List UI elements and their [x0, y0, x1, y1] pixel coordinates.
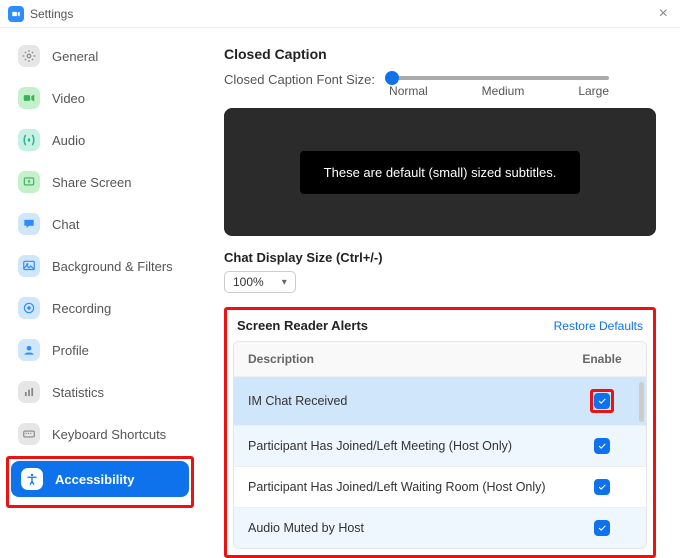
alert-description: Participant Has Joined/Left Meeting (Hos…: [248, 439, 572, 453]
alert-row[interactable]: IM Chat Received: [234, 376, 646, 425]
slider-mark-large: Large: [578, 84, 609, 98]
bg-icon: [18, 255, 40, 277]
sidebar-item-keyboard-shortcuts[interactable]: Keyboard Shortcuts: [8, 416, 192, 452]
chat-size-value: 100%: [233, 275, 264, 289]
alert-description: IM Chat Received: [248, 394, 572, 408]
alert-enable-cell: [572, 438, 632, 454]
chat-display-size-title: Chat Display Size (Ctrl+/-): [224, 250, 656, 265]
window-title: Settings: [30, 7, 655, 21]
stats-icon: [18, 381, 40, 403]
col-enable: Enable: [572, 352, 632, 366]
sidebar-item-label: Recording: [52, 301, 111, 316]
alert-description: Participant Has Joined/Left Waiting Room…: [248, 480, 572, 494]
audio-icon: [18, 129, 40, 151]
cc-font-size-slider[interactable]: Normal Medium Large: [389, 70, 609, 98]
titlebar: Settings ×: [0, 0, 680, 28]
alert-enable-cell: [572, 479, 632, 495]
app-icon: [8, 6, 24, 22]
scrollbar[interactable]: [639, 382, 644, 422]
screen-reader-alerts-panel: Screen Reader Alerts Restore Defaults De…: [224, 307, 656, 558]
access-icon: [21, 468, 43, 490]
gear-icon: [18, 45, 40, 67]
sidebar-item-statistics[interactable]: Statistics: [8, 374, 192, 410]
sidebar-item-label: Video: [52, 91, 85, 106]
chat-size-select[interactable]: 100% ▾: [224, 271, 296, 293]
sidebar-item-audio[interactable]: Audio: [8, 122, 192, 158]
closed-caption-title: Closed Caption: [224, 46, 656, 62]
kbd-icon: [18, 423, 40, 445]
sidebar-item-label: General: [52, 49, 98, 64]
content-pane: Closed Caption Closed Caption Font Size:…: [200, 28, 680, 558]
col-description: Description: [248, 352, 572, 366]
share-icon: [18, 171, 40, 193]
chevron-down-icon: ▾: [282, 277, 287, 288]
video-icon: [18, 87, 40, 109]
alert-row[interactable]: Participant Has Joined/Left Meeting (Hos…: [234, 425, 646, 466]
subtitle-text: These are default (small) sized subtitle…: [300, 151, 581, 194]
enable-checkbox[interactable]: [594, 393, 610, 409]
chat-icon: [18, 213, 40, 235]
sidebar-item-profile[interactable]: Profile: [8, 332, 192, 368]
alerts-list: Description Enable IM Chat Received Parti…: [233, 341, 647, 549]
slider-mark-medium: Medium: [482, 84, 525, 98]
sidebar-item-share-screen[interactable]: Share Screen: [8, 164, 192, 200]
slider-thumb[interactable]: [385, 71, 399, 85]
sidebar-item-label: Share Screen: [52, 175, 132, 190]
enable-checkbox[interactable]: [594, 479, 610, 495]
sidebar-item-label: Keyboard Shortcuts: [52, 427, 166, 442]
rec-icon: [18, 297, 40, 319]
sidebar-item-label: Statistics: [52, 385, 104, 400]
alert-description: Audio Muted by Host: [248, 521, 572, 535]
enable-checkbox[interactable]: [594, 520, 610, 536]
sidebar: General Video Audio Share Screen Chat Backgro…: [0, 28, 200, 558]
sidebar-item-label: Chat: [52, 217, 79, 232]
subtitle-preview: These are default (small) sized subtitle…: [224, 108, 656, 236]
close-button[interactable]: ×: [655, 5, 672, 23]
alert-row[interactable]: Participant Has Joined/Left Waiting Room…: [234, 466, 646, 507]
enable-checkbox[interactable]: [594, 438, 610, 454]
cc-font-size-label: Closed Caption Font Size:: [224, 70, 375, 87]
sidebar-item-label: Accessibility: [55, 472, 135, 487]
sidebar-item-background-filters[interactable]: Background & Filters: [8, 248, 192, 284]
sidebar-item-recording[interactable]: Recording: [8, 290, 192, 326]
sidebar-item-label: Background & Filters: [52, 259, 173, 274]
sidebar-item-general[interactable]: General: [8, 38, 192, 74]
alert-enable-cell: [572, 389, 632, 413]
slider-mark-normal: Normal: [389, 84, 428, 98]
user-icon: [18, 339, 40, 361]
sidebar-item-video[interactable]: Video: [8, 80, 192, 116]
alerts-title: Screen Reader Alerts: [237, 318, 368, 333]
sidebar-item-chat[interactable]: Chat: [8, 206, 192, 242]
alert-row[interactable]: Audio Muted by Host: [234, 507, 646, 548]
restore-defaults-link[interactable]: Restore Defaults: [554, 319, 643, 333]
sidebar-item-label: Audio: [52, 133, 85, 148]
sidebar-item-accessibility[interactable]: Accessibility: [11, 461, 189, 497]
sidebar-item-label: Profile: [52, 343, 89, 358]
alert-enable-cell: [572, 520, 632, 536]
